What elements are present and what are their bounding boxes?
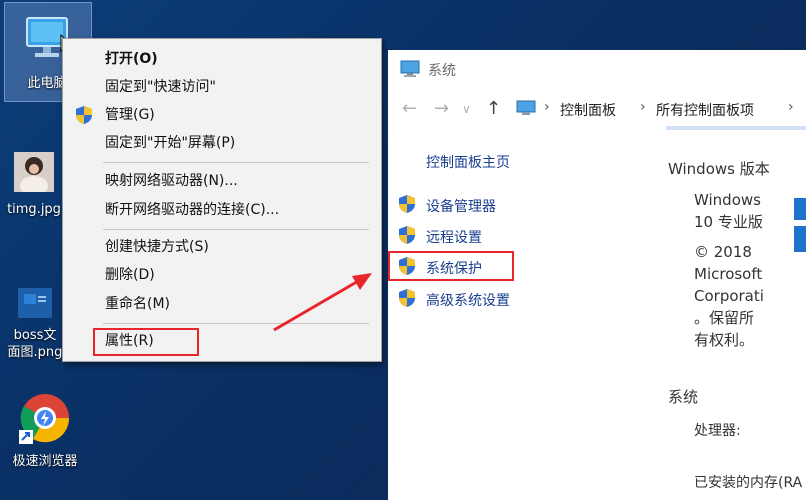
menu-item-rename[interactable]: 重命名(M) bbox=[63, 290, 381, 318]
chevron-down-icon[interactable]: ∨ bbox=[462, 102, 471, 116]
breadcrumb-all-items[interactable]: 所有控制面板项 bbox=[656, 100, 754, 120]
menu-separator bbox=[103, 162, 369, 163]
edition-line: Corporati bbox=[694, 287, 764, 305]
system-window: 系统 ← → ∨ ↑ › 控制面板 › 所有控制面板项 › 控制面板主页 设备管… bbox=[388, 50, 806, 500]
windows-edition-heading: Windows 版本 bbox=[668, 160, 770, 178]
menu-item-pin-quick-access[interactable]: 固定到"快速访问" bbox=[63, 73, 381, 101]
boss-file-label-2: 面图.png bbox=[7, 345, 63, 360]
installed-ram-label: 已安装的内存(RA bbox=[694, 475, 803, 491]
menu-separator bbox=[103, 229, 369, 230]
cut-off-heading bbox=[666, 126, 806, 130]
menu-item-pin-start[interactable]: 固定到"开始"屏幕(P) bbox=[63, 129, 381, 157]
edition-line: Microsoft bbox=[694, 265, 763, 283]
system-heading: 系统 bbox=[668, 388, 699, 406]
menu-item-label: 管理(G) bbox=[105, 107, 155, 123]
context-menu: 打开(O) 固定到"快速访问" 管理(G) 固定到"开始"屏幕(P) 映射网络驱… bbox=[62, 38, 382, 362]
menu-item-label: 固定到"开始"屏幕(P) bbox=[105, 135, 236, 151]
control-panel-icon bbox=[516, 100, 536, 115]
processor-label: 处理器: bbox=[694, 423, 741, 439]
menu-item-label: 断开网络驱动器的连接(C)... bbox=[105, 202, 280, 218]
advanced-system-settings-link[interactable]: 高级系统设置 bbox=[426, 290, 510, 310]
edition-line: 。保留所 bbox=[694, 309, 755, 327]
menu-item-label: 映射网络驱动器(N)... bbox=[105, 173, 238, 189]
properties-highlight-box bbox=[93, 328, 199, 356]
menu-item-manage[interactable]: 管理(G) bbox=[63, 101, 381, 129]
edition-line: 10 专业版 bbox=[694, 213, 763, 231]
menu-item-label: 打开(O) bbox=[105, 51, 158, 67]
breadcrumb-separator-icon: › bbox=[788, 99, 794, 115]
desktop: 此电脑 timg.jpg boss文 面图.png 极速浏览器 打开(O) 固定… bbox=[0, 0, 806, 500]
system-protection-highlight-box bbox=[388, 251, 514, 281]
remote-settings-link[interactable]: 远程设置 bbox=[426, 227, 482, 247]
menu-item-label: 重命名(M) bbox=[105, 296, 171, 312]
boss-file-label-1: boss文 bbox=[13, 328, 57, 343]
uac-shield-icon bbox=[399, 289, 415, 307]
chrome-icon bbox=[2, 392, 88, 449]
address-bar: ← → ∨ ↑ › 控制面板 › 所有控制面板项 › bbox=[388, 90, 806, 126]
window-title: 系统 bbox=[428, 63, 456, 79]
system-monitor-icon bbox=[400, 60, 420, 77]
uac-shield-icon bbox=[76, 106, 92, 124]
up-arrow-icon[interactable]: ↑ bbox=[486, 98, 501, 119]
uac-shield-icon bbox=[399, 226, 415, 244]
menu-separator bbox=[103, 323, 369, 324]
menu-item-label: 固定到"快速访问" bbox=[105, 79, 216, 95]
windows-logo-fragment bbox=[794, 198, 806, 220]
browser-shortcut-icon[interactable]: 极速浏览器 bbox=[2, 392, 88, 470]
menu-item-delete[interactable]: 删除(D) bbox=[63, 261, 381, 289]
timg-file-label: timg.jpg bbox=[7, 202, 61, 217]
image-file-icon bbox=[0, 288, 70, 323]
menu-item-label: 创建快捷方式(S) bbox=[105, 239, 209, 255]
breadcrumb-separator-icon: › bbox=[544, 99, 550, 115]
edition-line: Windows bbox=[694, 191, 761, 209]
forward-arrow-icon[interactable]: → bbox=[434, 98, 449, 119]
browser-label: 极速浏览器 bbox=[12, 454, 78, 469]
windows-logo-fragment bbox=[794, 226, 806, 252]
menu-item-label: 删除(D) bbox=[105, 267, 155, 283]
boss-file-icon[interactable]: boss文 面图.png bbox=[0, 288, 70, 361]
device-manager-link[interactable]: 设备管理器 bbox=[426, 196, 496, 216]
breadcrumb-control-panel[interactable]: 控制面板 bbox=[560, 100, 616, 120]
control-panel-home-link[interactable]: 控制面板主页 bbox=[426, 152, 510, 172]
title-bar: 系统 bbox=[388, 50, 806, 86]
breadcrumb-separator-icon: › bbox=[640, 99, 646, 115]
edition-line: © 2018 bbox=[694, 243, 752, 261]
uac-shield-icon bbox=[399, 195, 415, 213]
timg-file-icon[interactable]: timg.jpg bbox=[4, 152, 64, 218]
photo-thumbnail-icon bbox=[4, 152, 64, 197]
menu-item-create-shortcut[interactable]: 创建快捷方式(S) bbox=[63, 233, 381, 261]
menu-item-open[interactable]: 打开(O) bbox=[63, 45, 381, 73]
edition-line: 有权利。 bbox=[694, 331, 755, 349]
back-arrow-icon[interactable]: ← bbox=[402, 98, 417, 119]
menu-item-disconnect-drive[interactable]: 断开网络驱动器的连接(C)... bbox=[63, 196, 381, 224]
menu-item-map-drive[interactable]: 映射网络驱动器(N)... bbox=[63, 167, 381, 195]
